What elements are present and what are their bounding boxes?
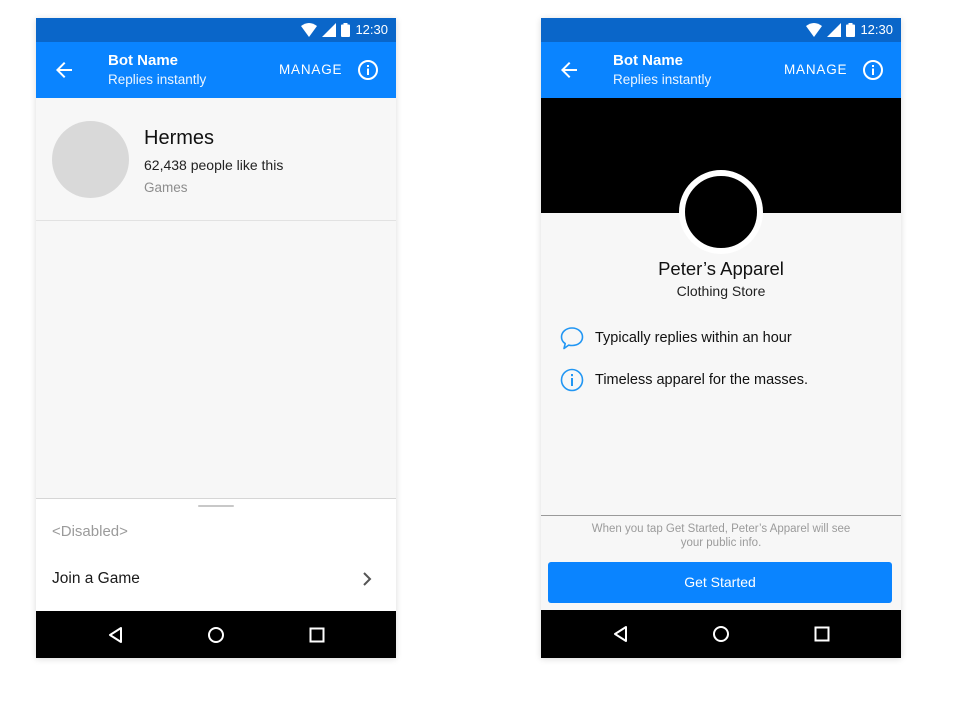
chevron-right-icon (363, 572, 372, 586)
signal-icon (827, 23, 842, 37)
menu-item-join-a-game[interactable]: Join a Game (36, 555, 396, 603)
back-triangle-icon (614, 626, 627, 642)
app-bar: Bot Name Replies instantly MANAGE (36, 42, 396, 98)
menu-item-label: Join a Game (52, 570, 140, 587)
system-nav-bar (36, 611, 396, 658)
nav-home-button[interactable] (711, 624, 731, 644)
back-button[interactable] (557, 58, 581, 82)
status-bar: 12:30 (36, 18, 396, 42)
home-circle-icon (713, 626, 729, 642)
about-row: Timeless apparel for the masses. (559, 367, 879, 395)
info-button[interactable] (861, 58, 885, 82)
footer-divider (541, 515, 901, 516)
profile-name: Hermes (144, 127, 215, 149)
bot-name-title: Bot Name (108, 52, 179, 69)
profile-category: Games (144, 180, 188, 195)
phone-screen-bot-menu: 12:30 Bot Name Replies instantly MANAGE … (36, 18, 396, 658)
profile-likes: 62,438 people like this (144, 157, 284, 173)
info-button[interactable] (356, 58, 380, 82)
signal-icon (322, 23, 337, 37)
bot-profile-card: Hermes 62,438 people like this Games (36, 98, 396, 221)
status-bar: 12:30 (541, 18, 901, 42)
battery-icon (341, 23, 351, 37)
response-time-row: Typically replies within an hour (559, 325, 879, 353)
manage-button[interactable]: MANAGE (784, 62, 847, 78)
arrow-back-icon (56, 62, 72, 78)
home-circle-icon (208, 627, 224, 643)
response-time-text: Typically replies within an hour (595, 330, 792, 346)
page-avatar (679, 170, 763, 254)
back-triangle-icon (109, 627, 122, 643)
speech-bubble-icon (560, 327, 584, 350)
nav-home-button[interactable] (206, 625, 226, 645)
get-started-button[interactable]: Get Started (548, 562, 892, 603)
nav-back-button[interactable] (106, 625, 126, 645)
info-icon (358, 60, 378, 80)
disabled-menu-item: <Disabled> (52, 523, 128, 540)
manage-button[interactable]: MANAGE (279, 62, 342, 78)
phone-screen-get-started: 12:30 Bot Name Replies instantly MANAGE … (541, 18, 901, 658)
battery-icon (846, 23, 856, 37)
bottom-sheet-menu: <Disabled> Join a Game (36, 498, 396, 612)
status-time: 12:30 (860, 22, 893, 37)
wifi-icon (806, 23, 823, 37)
nav-recents-button[interactable] (307, 625, 327, 645)
about-text: Timeless apparel for the masses. (595, 372, 809, 388)
page-name: Peter’s Apparel (658, 258, 784, 279)
nav-recents-button[interactable] (812, 624, 832, 644)
back-button[interactable] (52, 58, 76, 82)
status-time: 12:30 (355, 22, 388, 37)
info-icon (560, 368, 584, 392)
nav-back-button[interactable] (611, 624, 631, 644)
app-bar: Bot Name Replies instantly MANAGE (541, 42, 901, 98)
recents-square-icon (814, 626, 830, 642)
page-category: Clothing Store (676, 283, 766, 299)
bot-name-title: Bot Name (613, 52, 684, 69)
system-nav-bar (541, 610, 901, 658)
bot-status-subtitle: Replies instantly (613, 72, 712, 87)
arrow-back-icon (561, 62, 577, 78)
sheet-drag-handle[interactable] (198, 505, 234, 507)
recents-square-icon (309, 627, 325, 643)
avatar (52, 121, 129, 198)
bot-status-subtitle: Replies instantly (108, 72, 207, 87)
wifi-icon (301, 23, 318, 37)
privacy-disclaimer: When you tap Get Started, Peter’s Appare… (591, 523, 851, 549)
info-icon (863, 60, 883, 80)
